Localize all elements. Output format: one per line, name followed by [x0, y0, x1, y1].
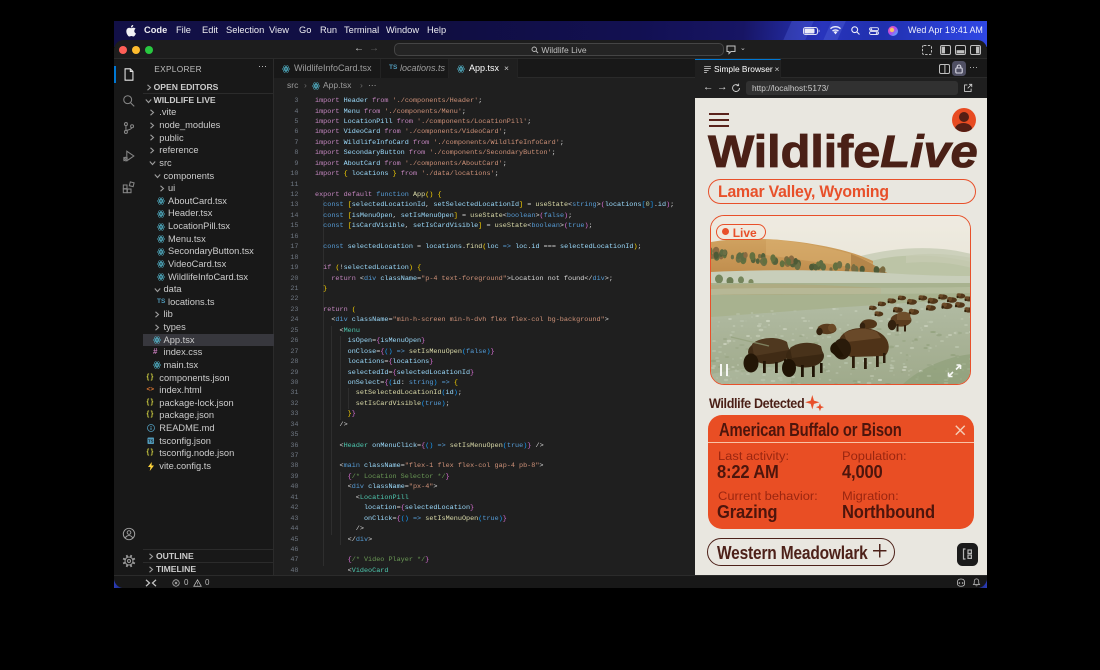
svg-text:TS: TS [148, 439, 154, 444]
